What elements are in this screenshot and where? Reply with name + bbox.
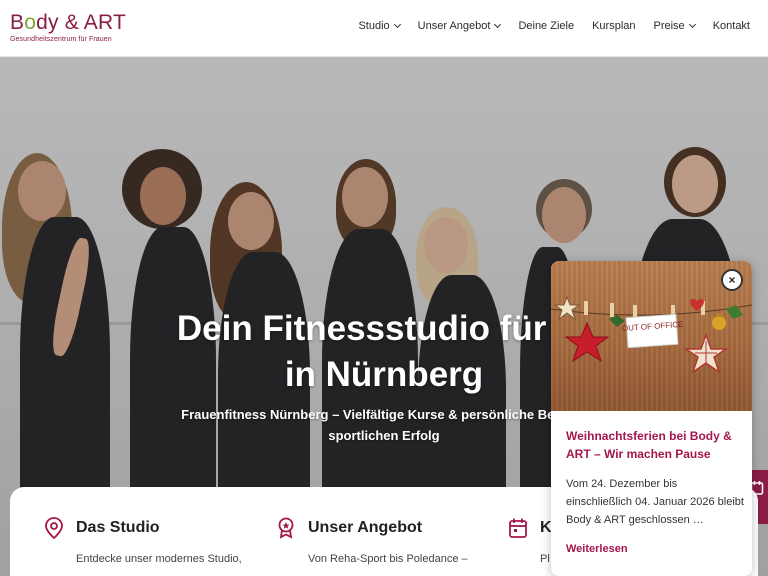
nav-item-unser-angebot[interactable]: Unser Angebot [418, 20, 502, 32]
card-title: K [540, 519, 552, 536]
close-icon: × [728, 273, 736, 287]
calendar-icon [509, 518, 527, 538]
card-title: Das Studio [76, 519, 160, 536]
read-more-link[interactable]: Weiterlesen [566, 543, 628, 555]
card-title: Unser Angebot [308, 519, 423, 536]
nav-item-kontakt[interactable]: Kontakt [713, 20, 750, 32]
award-badge-icon [278, 517, 294, 539]
chevron-down-icon [494, 20, 502, 29]
popup-title[interactable]: Weihnachtsferien bei Body & ART – Wir ma… [566, 427, 742, 463]
nav-item-deine-ziele[interactable]: Deine Ziele [518, 20, 574, 32]
popup-text: Vom 24. Dezember bis einschließlich 04. … [566, 478, 744, 526]
logo-tagline: Gesundheitszentrum für Frauen [10, 36, 112, 43]
logo-wordmark: Body & ART [10, 11, 127, 34]
chevron-down-icon [393, 20, 401, 29]
nav-item-preise[interactable]: Preise [654, 20, 696, 32]
nav-item-kursplan[interactable]: Kursplan [592, 20, 635, 32]
news-popup: OUT OF OFFICE Weihnachtsferien bei Body … [551, 261, 752, 576]
close-popup-button[interactable]: × [721, 269, 743, 291]
chevron-down-icon [688, 20, 696, 29]
card-text: Pl [540, 553, 550, 565]
site-header: Body & ART Gesundheitszentrum für Frauen… [0, 0, 768, 57]
card-text: Von Reha-Sport bis Poledance – [308, 553, 468, 565]
nav-item-studio[interactable]: Studio [358, 20, 401, 32]
main-nav: Studio Unser Angebot Deine Ziele Kurspla… [340, 20, 750, 32]
logo[interactable]: Body & ART Gesundheitszentrum für Frauen [10, 11, 127, 44]
page: Body & ART Gesundheitszentrum für Frauen… [0, 0, 768, 576]
card-text: Entdecke unser modernes Studio, [76, 553, 242, 565]
location-pin-icon [45, 517, 63, 539]
